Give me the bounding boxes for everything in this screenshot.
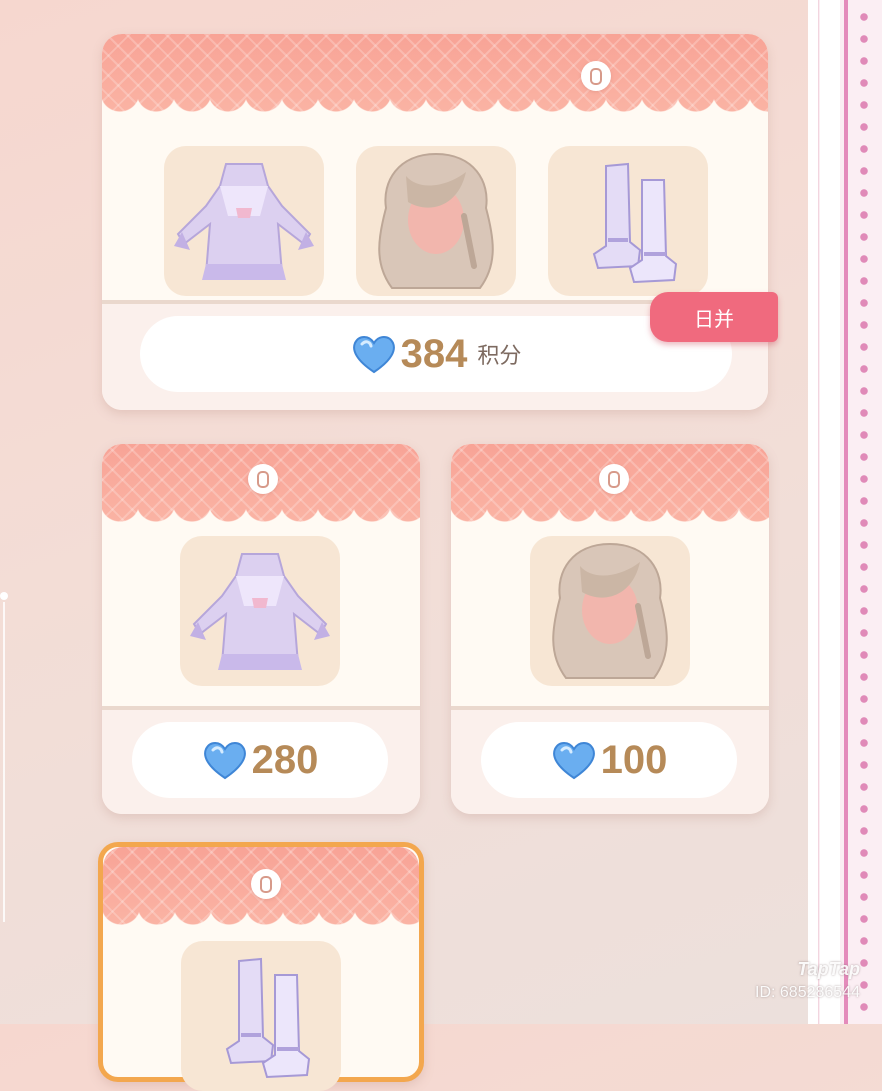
user-id: ID: 685286544 xyxy=(755,984,860,1001)
hair-card[interactable]: 100 xyxy=(451,444,769,814)
heart-gem-icon xyxy=(551,740,597,780)
hair-icon xyxy=(356,146,516,296)
item-hair[interactable] xyxy=(356,146,516,296)
price-value: 384 xyxy=(400,331,468,376)
count-badge xyxy=(599,464,629,494)
count-badge xyxy=(581,61,611,91)
watermark: TapTap ID: 685286544 xyxy=(755,959,860,1002)
dress-icon xyxy=(164,146,324,296)
dress-icon xyxy=(180,536,340,686)
item-dress[interactable] xyxy=(180,536,340,686)
boots-icon xyxy=(548,146,708,296)
bundle-card[interactable]: 384 积分 日并 xyxy=(102,34,778,410)
heart-gem-icon xyxy=(351,334,397,374)
boots-card-selected[interactable] xyxy=(98,842,424,1091)
item-dress[interactable] xyxy=(164,146,324,296)
dot-border xyxy=(858,6,870,1018)
item-boots[interactable] xyxy=(181,941,341,1091)
right-decorative-border xyxy=(808,0,882,1024)
taptap-logo: TapTap xyxy=(797,959,860,979)
limited-tag: 日并 xyxy=(650,292,778,342)
heart-gem-icon xyxy=(202,740,248,780)
price-button[interactable]: 384 积分 xyxy=(140,316,732,392)
price-value: 280 xyxy=(251,737,319,782)
left-scrollbar[interactable] xyxy=(0,592,8,922)
item-boots[interactable] xyxy=(548,146,708,296)
count-badge xyxy=(248,464,278,494)
scallop-trim xyxy=(102,96,768,136)
scroll-knob[interactable] xyxy=(0,592,8,600)
dress-card[interactable]: 280 xyxy=(102,444,420,814)
hair-icon xyxy=(530,536,690,686)
price-unit: 积分 xyxy=(477,344,522,369)
price-button[interactable]: 100 xyxy=(481,722,737,798)
item-hair[interactable] xyxy=(530,536,690,686)
price-value: 100 xyxy=(600,737,668,782)
price-button[interactable]: 280 xyxy=(132,722,388,798)
boots-icon xyxy=(181,941,341,1091)
count-badge xyxy=(251,869,281,899)
scroll-track xyxy=(3,602,5,922)
